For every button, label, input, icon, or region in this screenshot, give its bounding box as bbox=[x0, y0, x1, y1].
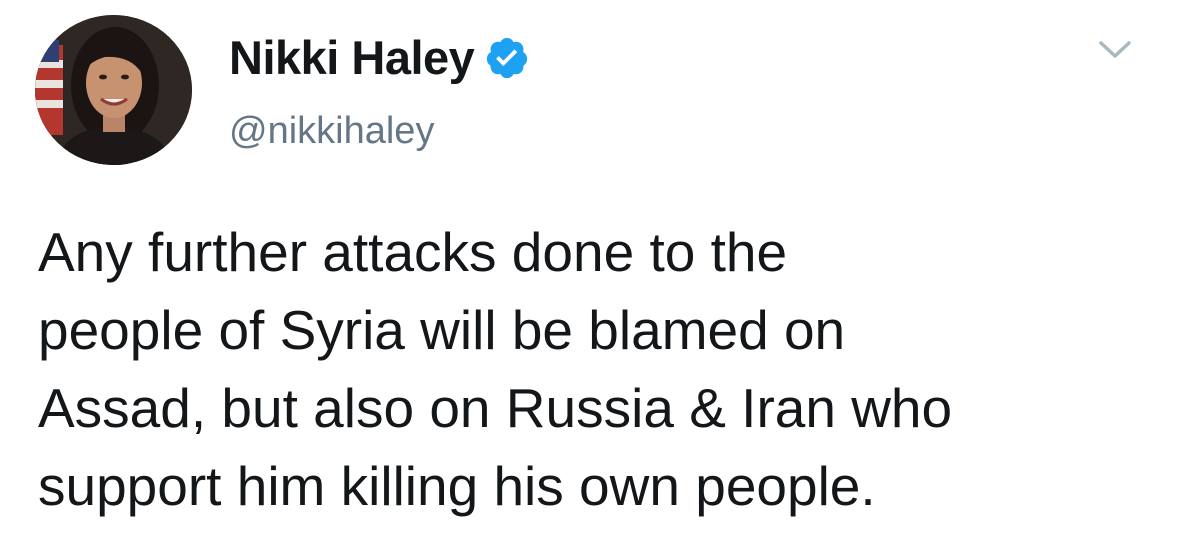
verified-badge-icon bbox=[484, 35, 530, 81]
tweet-text-line: Assad, but also on Russia & Iran who bbox=[38, 377, 953, 439]
avatar[interactable] bbox=[35, 15, 192, 165]
tweet-text-line: Any further attacks done to the bbox=[38, 221, 788, 283]
tweet-text: Any further attacks done to the people o… bbox=[38, 213, 1178, 525]
profile-photo bbox=[35, 15, 192, 165]
author-handle[interactable]: @nikkihaley bbox=[229, 108, 434, 154]
tweet-text-line: people of Syria will be blamed on bbox=[38, 299, 846, 361]
author-display-name[interactable]: Nikki Haley bbox=[229, 30, 475, 86]
author-name-row[interactable]: Nikki Haley bbox=[229, 30, 530, 86]
tweet-text-line: support him killing his own people. bbox=[38, 455, 876, 517]
tweet-card: Nikki Haley @nikkihaley Any further atta… bbox=[0, 0, 1200, 553]
chevron-down-icon[interactable] bbox=[1093, 34, 1137, 64]
